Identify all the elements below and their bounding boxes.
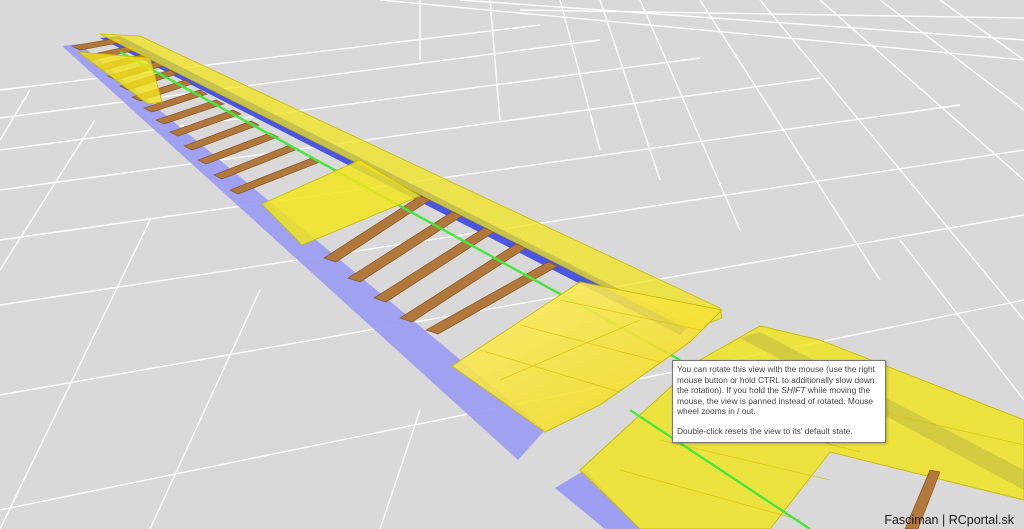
view-controls-tooltip: You can rotate this view with the mouse … [672, 360, 886, 443]
wing-3d-scene[interactable] [0, 0, 1024, 529]
tooltip-reset-text: Double-click resets the view to its' def… [677, 425, 853, 436]
3d-viewport[interactable]: You can rotate this view with the mouse … [0, 0, 1024, 529]
tooltip-shift-key: SHIFT [781, 385, 806, 396]
tooltip-rotate-text: You can rotate this view with the mouse … [677, 364, 881, 417]
watermark: Fasciman | RCportal.sk [884, 513, 1014, 527]
